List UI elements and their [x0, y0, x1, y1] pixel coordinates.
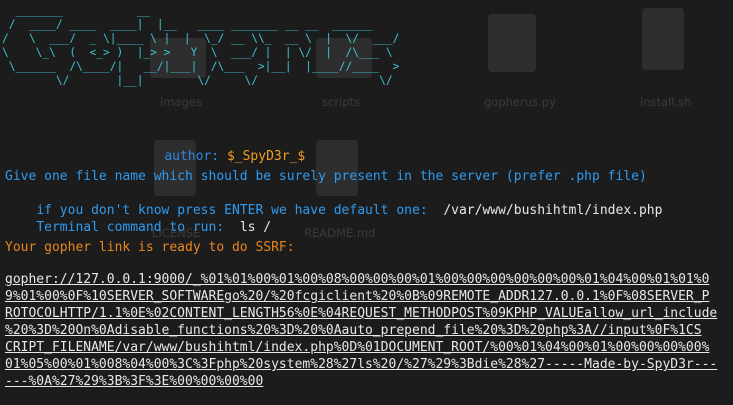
desktop-icon-label-gopherus: gopherus.py: [484, 95, 556, 109]
author-label: author:: [164, 149, 220, 164]
author-value: $_SpyD3r_$: [226, 149, 306, 164]
command-question: Terminal command to run:: [36, 220, 225, 235]
default-path-input[interactable]: /var/www/bushihtml/index.php: [443, 203, 662, 218]
gopher-link[interactable]: gopher://127.0.0.1:9000/_%01%01%00%01%00…: [5, 271, 730, 390]
file-question: Give one file name which should be surel…: [5, 169, 647, 184]
python-icon: [488, 14, 536, 72]
gopherus-ascii-banner: _______ __ / ____/ ____ ____| |__ ____ _…: [2, 4, 400, 87]
ready-message: Your gopher link is ready to do SSRF:: [5, 240, 295, 255]
desktop-icon-label-install: install.sh: [640, 95, 692, 109]
desktop-icon-label-images: images: [160, 95, 202, 109]
command-input[interactable]: ls /: [240, 220, 271, 235]
shell-script-icon: [642, 8, 684, 70]
terminal-window[interactable]: gopherus.py install.sh scripts images LI…: [0, 0, 733, 405]
desktop-icon-label-scripts: scripts: [322, 95, 361, 109]
